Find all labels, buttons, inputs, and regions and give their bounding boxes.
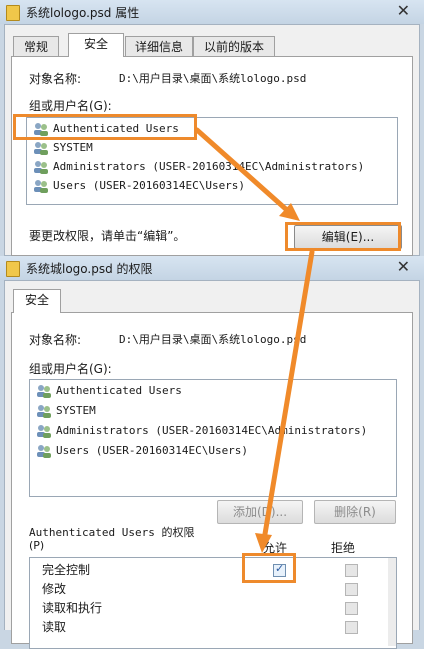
annotation-arrows [194, 127, 315, 553]
tab-security[interactable]: 安全 [13, 289, 61, 313]
arrow-to-edit-line [194, 127, 291, 214]
arrow-head-icon [255, 533, 272, 553]
arrow-to-allow-line [261, 249, 315, 543]
tab-security[interactable]: 安全 [68, 33, 124, 57]
